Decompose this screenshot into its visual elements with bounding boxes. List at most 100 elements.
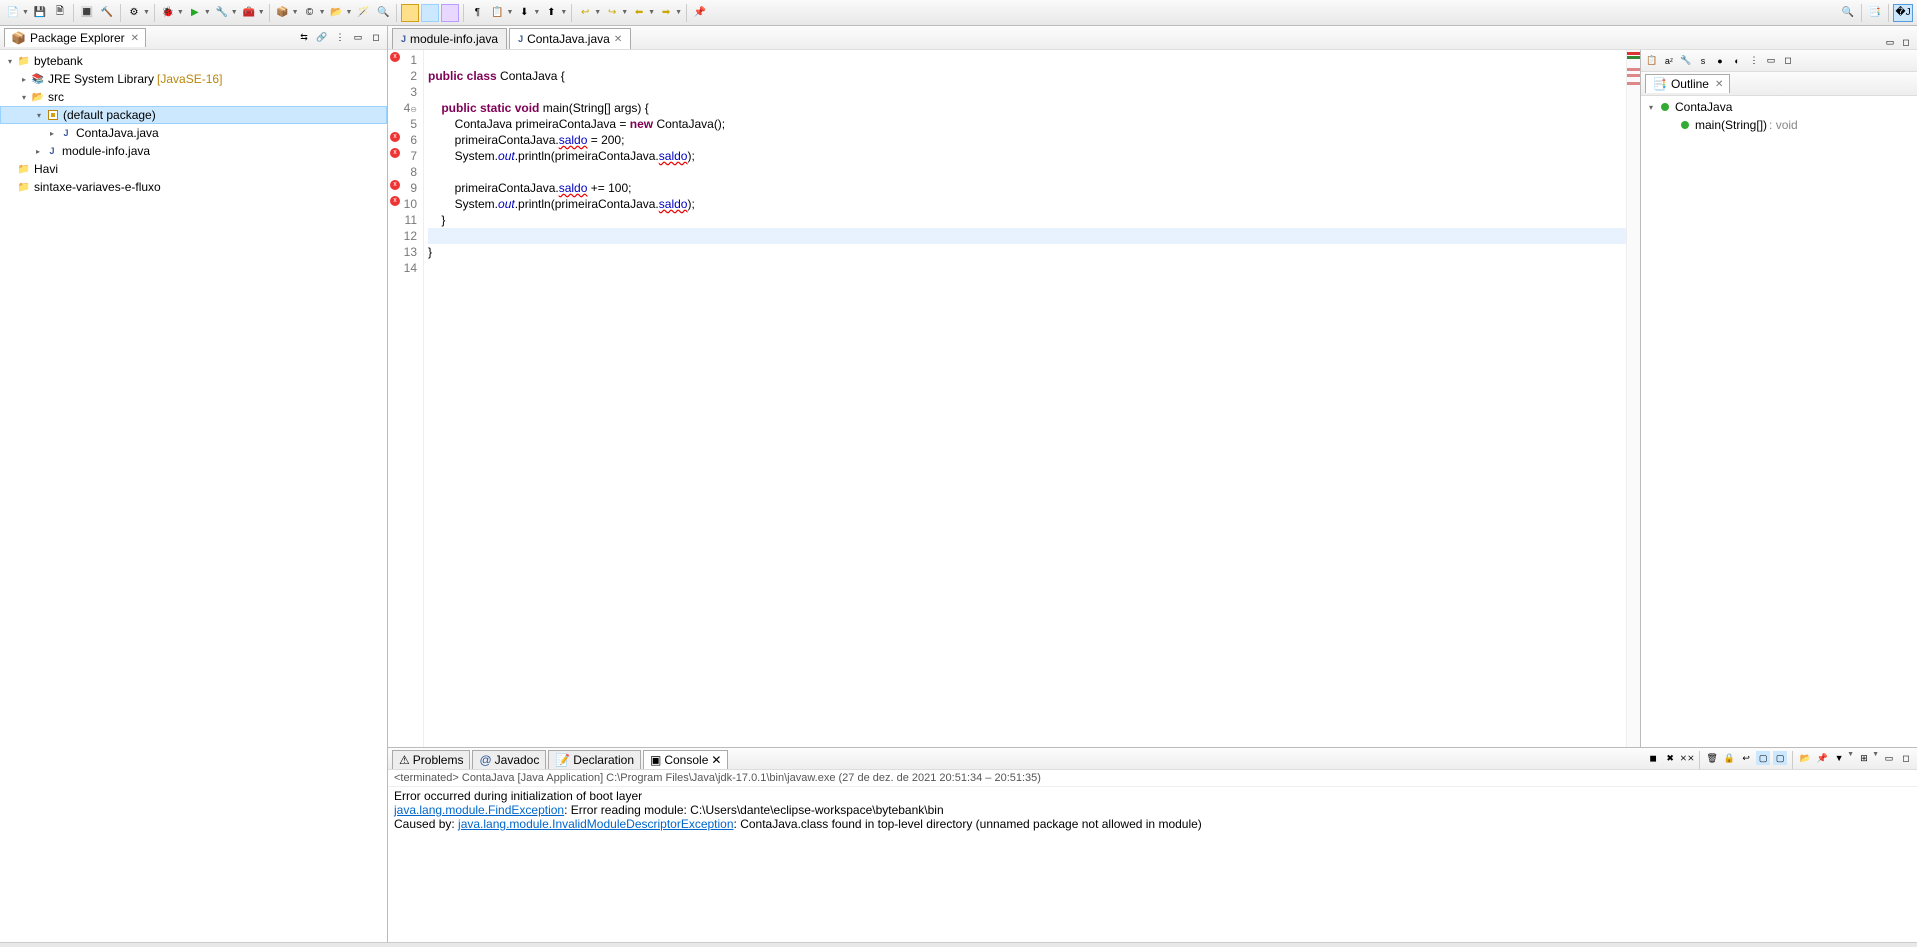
package-explorer-tab[interactable]: 📦 Package Explorer ✕ [4, 28, 146, 47]
wand-button[interactable]: 🪄 [354, 4, 372, 22]
open-console-icon[interactable]: 📂 [1798, 751, 1812, 765]
chevron-down-icon[interactable]: ▾ [1645, 103, 1657, 112]
new-class-button[interactable]: © [301, 4, 319, 22]
show-char-dropdown[interactable]: ▼ [506, 9, 513, 16]
overview-mark[interactable] [1627, 56, 1640, 59]
error-icon[interactable]: x [390, 132, 400, 142]
tab-contajava[interactable]: J ContaJava.java ✕ [509, 28, 631, 49]
collapse-all-icon[interactable]: ⇆ [297, 31, 311, 45]
back-dropdown[interactable]: ▼ [648, 9, 655, 16]
hide-fields-icon[interactable]: 🔧 [1679, 54, 1693, 68]
chevron-right-icon[interactable]: ▸ [18, 75, 30, 84]
ext-tools-button[interactable]: 🧰 [240, 4, 258, 22]
nav-fwd-yellow[interactable]: ↪ [603, 4, 621, 22]
overview-error-mark[interactable] [1627, 74, 1640, 77]
overview-error-mark[interactable] [1627, 52, 1640, 55]
coverage-dropdown[interactable]: ▼ [231, 9, 238, 16]
sort-icon[interactable]: aᶻ [1662, 54, 1676, 68]
maximize-icon[interactable]: ◻ [1899, 751, 1913, 765]
tree-project[interactable]: ▾ 📁 bytebank [0, 52, 387, 70]
build-button[interactable]: 🔨 [98, 4, 116, 22]
view-menu-icon[interactable]: ⋮ [333, 31, 347, 45]
debug-button[interactable]: 🐞 [159, 4, 177, 22]
nav-back-yellow-dd[interactable]: ▼ [594, 9, 601, 16]
tab-module-info[interactable]: J module-info.java [392, 28, 507, 49]
tab-declaration[interactable]: 📝 Declaration [548, 750, 641, 769]
new-console-icon[interactable]: ⊞ [1857, 751, 1871, 765]
prev-ann-dropdown[interactable]: ▼ [560, 9, 567, 16]
hide-nonpublic-icon[interactable]: ● [1713, 54, 1727, 68]
hide-static-icon[interactable]: s [1696, 54, 1710, 68]
outline-tab[interactable]: 📑 Outline ✕ [1645, 74, 1730, 93]
ext-tools-dropdown[interactable]: ▼ [258, 9, 265, 16]
fwd-dropdown[interactable]: ▼ [675, 9, 682, 16]
scroll-lock-icon[interactable]: 🔒 [1722, 751, 1736, 765]
close-icon[interactable]: ✕ [711, 753, 721, 767]
new-class-dropdown[interactable]: ▼ [319, 9, 326, 16]
tab-problems[interactable]: ⚠ Problems [392, 750, 470, 769]
maximize-icon[interactable]: ◻ [369, 31, 383, 45]
tree-file-contajava[interactable]: ▸ J ContaJava.java [0, 124, 387, 142]
display-selected-icon[interactable]: ▼ [1832, 751, 1846, 765]
show-char-button[interactable]: 📋 [488, 4, 506, 22]
chevron-right-icon[interactable]: ▸ [46, 129, 58, 138]
chevron-down-icon[interactable]: ▾ [4, 57, 16, 66]
pin-button[interactable]: 📌 [691, 4, 709, 22]
new-pkg-dropdown[interactable]: ▼ [292, 9, 299, 16]
close-icon[interactable]: ✕ [1715, 79, 1723, 90]
overview-error-mark[interactable] [1627, 82, 1640, 85]
overview-ruler[interactable] [1626, 50, 1640, 747]
close-icon[interactable]: ✕ [614, 34, 622, 45]
open-type-dropdown[interactable]: ▼ [346, 9, 353, 16]
chevron-down-icon[interactable]: ▾ [18, 93, 30, 102]
minimize-icon[interactable]: ▭ [1764, 54, 1778, 68]
debug-dropdown[interactable]: ▼ [177, 9, 184, 16]
tab-console[interactable]: ▣ Console ✕ [643, 750, 728, 769]
focus-icon[interactable]: 📋 [1645, 54, 1659, 68]
java-perspective-button[interactable]: �J [1893, 4, 1913, 22]
maximize-icon[interactable]: ◻ [1899, 35, 1913, 49]
minimize-icon[interactable]: ▭ [1883, 35, 1897, 49]
show-std-out-icon[interactable]: ▢ [1756, 751, 1770, 765]
fwd-button[interactable]: ➡ [657, 4, 675, 22]
toggle-ws-button[interactable] [441, 4, 459, 22]
next-ann-dropdown[interactable]: ▼ [533, 9, 540, 16]
search-button[interactable]: 🔍 [374, 4, 392, 22]
tree-jre[interactable]: ▸ 📚 JRE System Library [JavaSE-16] [0, 70, 387, 88]
error-icon[interactable]: x [390, 196, 400, 206]
prev-ann-button[interactable]: ⬆ [542, 4, 560, 22]
nav-fwd-yellow-dd[interactable]: ▼ [621, 9, 628, 16]
close-icon[interactable]: ✕ [131, 33, 139, 44]
print-button[interactable]: 🔳 [78, 4, 96, 22]
overview-error-mark[interactable] [1627, 68, 1640, 71]
open-perspective-button[interactable]: 📑 [1866, 4, 1884, 22]
toggle-mark-button[interactable] [401, 4, 419, 22]
remove-all-icon[interactable]: ⨯⨯ [1680, 751, 1694, 765]
error-icon[interactable]: x [390, 148, 400, 158]
console-dropdown[interactable]: ▼ [1847, 751, 1854, 769]
minimize-icon[interactable]: ▭ [351, 31, 365, 45]
tree-default-pkg[interactable]: ▾ (default package) [0, 106, 387, 124]
new-console-dropdown[interactable]: ▼ [1872, 751, 1879, 769]
show-std-err-icon[interactable]: ▢ [1773, 751, 1787, 765]
tab-javadoc[interactable]: @ Javadoc [472, 750, 546, 769]
back-button[interactable]: ⬅ [630, 4, 648, 22]
error-icon[interactable]: x [390, 52, 400, 62]
toggle-button[interactable]: ⚙ [125, 4, 143, 22]
exception-link[interactable]: java.lang.module.InvalidModuleDescriptor… [458, 817, 733, 831]
coverage-button[interactable]: 🔧 [213, 4, 231, 22]
run-dropdown[interactable]: ▼ [204, 9, 211, 16]
minimize-icon[interactable]: ▭ [1882, 751, 1896, 765]
outline-class[interactable]: ▾ ContaJava [1641, 98, 1917, 116]
run-button[interactable]: ▶ [186, 4, 204, 22]
link-editor-icon[interactable]: 🔗 [315, 31, 329, 45]
outline-method[interactable]: main(String[]) : void [1641, 116, 1917, 134]
toggle-dropdown[interactable]: ▼ [143, 9, 150, 16]
next-ann-button[interactable]: ⬇ [515, 4, 533, 22]
chevron-down-icon[interactable]: ▾ [33, 111, 45, 120]
tree-file-moduleinfo[interactable]: ▸ J module-info.java [0, 142, 387, 160]
tree-src[interactable]: ▾ 📂 src [0, 88, 387, 106]
hide-local-icon[interactable]: ◐ [1730, 54, 1744, 68]
view-menu-icon[interactable]: ⋮ [1747, 54, 1761, 68]
save-button[interactable]: 💾 [31, 4, 49, 22]
